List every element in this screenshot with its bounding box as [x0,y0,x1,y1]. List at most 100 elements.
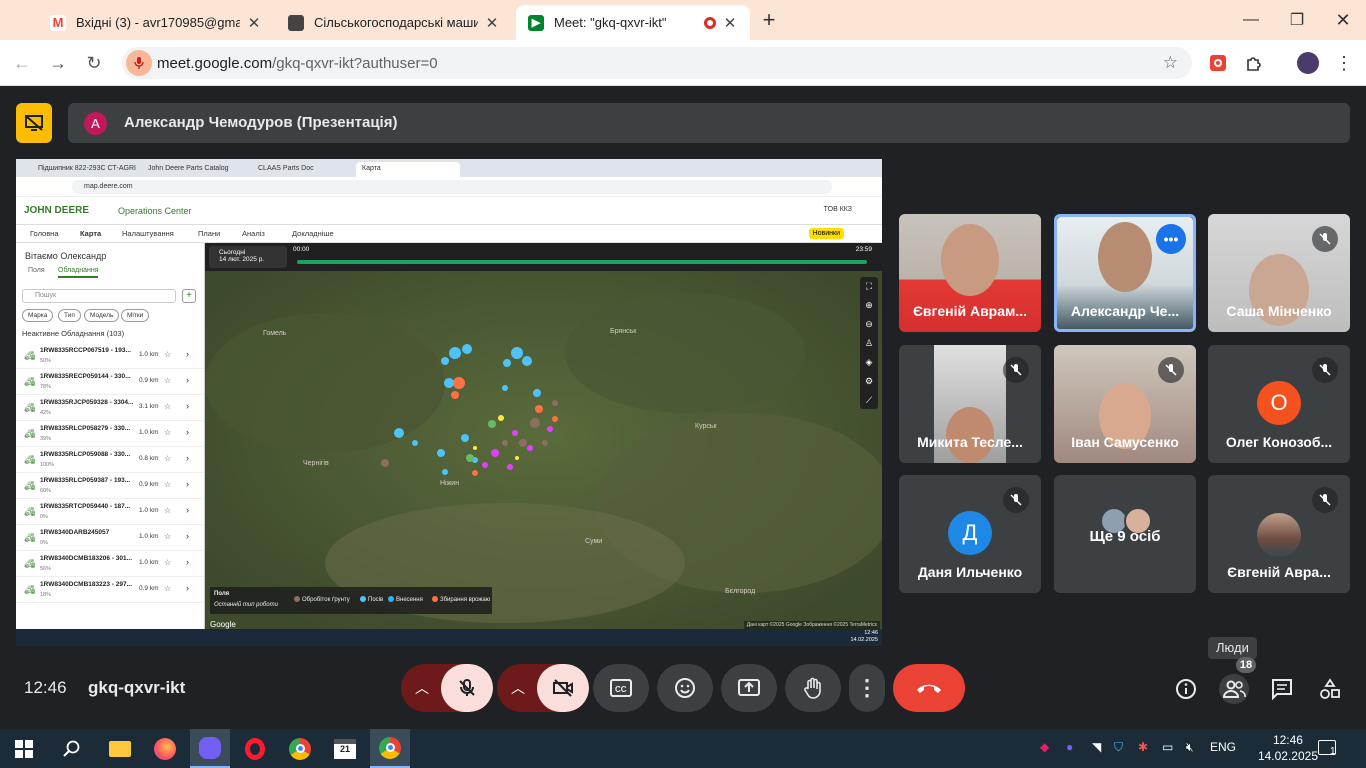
close-tab-icon[interactable]: ✕ [246,14,262,32]
mic-off-icon [1158,357,1184,383]
firefox-icon[interactable] [145,729,185,768]
menu-kebab-icon[interactable]: ⋮ [1332,51,1356,75]
chevron-up-icon[interactable]: ︿ [497,664,539,712]
timeline-date-label: Сьогодні [219,249,246,256]
search-icon[interactable] [52,729,92,768]
chevron-right-icon: › [186,531,189,541]
extension-icon[interactable] [1206,51,1230,75]
leave-call-button[interactable] [893,664,965,712]
chevron-up-icon[interactable]: ︿ [401,664,443,712]
tab-docs[interactable]: Сільськогосподарські машини ✕ [276,5,512,40]
forward-icon[interactable]: → [46,51,70,75]
tractor-icon: 🚜︎ [24,559,36,569]
participant-tile[interactable]: Д Даня Ильченко [899,475,1041,593]
chat-button[interactable] [1269,676,1295,702]
more-options-icon[interactable]: ••• [1156,224,1186,254]
present-screen-icon [738,679,760,696]
language-indicator[interactable]: ENG [1210,740,1236,754]
chevron-right-icon: › [186,375,189,385]
svg-text:CC: CC [615,685,627,694]
calendar-app-icon[interactable]: 21 [325,729,365,768]
fuel-level: 50% [40,358,52,364]
chrome-active-icon[interactable] [370,729,410,768]
windows-start-icon[interactable] [4,729,44,768]
tab-meet[interactable]: ▶ Meet: "gkq-qxvr-ikt" ✕ [516,5,750,40]
tractor-icon: 🚜︎ [24,455,36,465]
timeline-bar: Сьогодні 14 лют. 2025 р. 00:00 23:59 [205,243,882,271]
jd-product: Operations Center [118,206,192,216]
chevron-right-icon: › [186,427,189,437]
activities-button[interactable] [1317,676,1343,702]
system-clock[interactable]: 12:46 14.02.2025 [1258,732,1318,764]
participant-tile[interactable]: Микита Тесле... [899,345,1041,463]
info-icon [1176,679,1196,699]
emoji-icon [675,678,695,698]
puzzle-extensions-icon[interactable] [1242,51,1266,75]
participant-tile[interactable]: Іван Самусенко [1054,345,1196,463]
hand-icon [804,677,821,699]
address-bar[interactable]: meet.google.com/gkq-qxvr-ikt?authuser=0 … [122,47,1192,79]
profile-avatar[interactable] [1296,51,1320,75]
jd-logo: JOHN DEERE [24,205,90,216]
chrome-icon[interactable] [280,729,320,768]
raise-hand-button[interactable] [785,664,841,712]
restore-button[interactable]: ❐ [1274,0,1320,40]
volume-muted-icon[interactable]: 🔇︎ [1186,740,1194,755]
viber-icon[interactable] [190,729,230,768]
notification-count: 1 [1330,746,1336,757]
minimize-button[interactable]: — [1228,0,1274,40]
captions-button[interactable]: CC [593,664,649,712]
filter-chip: Марка [22,309,54,322]
chevron-right-icon: › [186,505,189,515]
os-taskbar: 21 ◆ ● ◥ ⛉ ✱ ▭ 🔇︎ ENG 12:46 14.02.2025 1 [0,729,1366,768]
participant-tile[interactable]: ••• Александр Че... [1054,214,1196,332]
close-tab-icon[interactable]: ✕ [484,14,500,32]
participant-tile[interactable]: Євгеній Авра... [1208,475,1350,593]
mic-toggle-button[interactable] [441,664,493,712]
tab-gmail[interactable]: M Вхідні (3) - avr170985@gmail.com ✕ [38,5,274,40]
present-button[interactable] [721,664,777,712]
equipment-row: 🚜︎ 1RW8340DCMB183223 - 297... 18% 0.9 km ☆ › [16,577,204,603]
zoom-in-icon: ⊕ [865,300,873,310]
shared-address-bar: map.deere.com [16,177,882,197]
microphone-in-use-icon[interactable] [126,50,152,76]
more-options-button[interactable]: ⋮ [849,664,885,712]
file-explorer-icon[interactable] [100,729,140,768]
shared-screen: Підшипник 822-293С СТ-AGRI John Deere Pa… [16,159,882,646]
meeting-code: gkq-qxvr-ikt [88,678,186,697]
bookmark-star-icon[interactable]: ☆ [1163,53,1178,73]
participant-tile[interactable]: Євгеній Аврам... [899,214,1041,332]
participant-tile[interactable]: Саша Мінченко [1208,214,1350,332]
filter-chip: Тип [58,309,81,322]
participant-tile[interactable]: О Олег Конозоб... [1208,345,1350,463]
chevron-right-icon: › [186,401,189,411]
timeline-date: Сьогодні 14 лют. 2025 р. [209,246,287,268]
mic-off-icon [1312,357,1338,383]
people-button[interactable] [1219,674,1249,704]
new-tab-button[interactable]: + [746,0,792,40]
reactions-button[interactable] [657,664,713,712]
welcome-text: Вітаємо Олександр [25,251,107,261]
notification-icon[interactable]: 1 [1318,740,1336,758]
tray-app-icon[interactable]: ◆ [1040,740,1049,754]
battery-icon[interactable]: ▭ [1162,740,1173,754]
meeting-details-button[interactable] [1173,676,1199,702]
camera-toggle-button[interactable] [537,664,589,712]
defender-icon[interactable]: ⛉ [1114,740,1123,755]
close-window-button[interactable]: ✕ [1320,0,1366,40]
filter-chip: Мітки [121,309,150,322]
network-icon[interactable]: ✱ [1138,740,1148,754]
opera-icon[interactable] [235,729,275,768]
presentation-icon[interactable] [16,103,52,143]
participant-tile-more[interactable]: Ще 9 осіб [1054,475,1196,593]
tray-viber-icon[interactable]: ● [1066,740,1073,754]
equipment-distance: 1.0 km [139,351,159,358]
mic-off-icon [459,679,475,696]
side-tab: Поля [28,267,45,274]
tractor-icon: 🚜︎ [24,481,36,491]
wifi-icon[interactable]: ◥ [1092,740,1101,754]
reload-icon[interactable]: ↻ [82,51,106,75]
legend-label: Посів [368,597,384,603]
back-icon[interactable]: ← [10,51,34,75]
close-tab-icon[interactable]: ✕ [722,14,738,32]
